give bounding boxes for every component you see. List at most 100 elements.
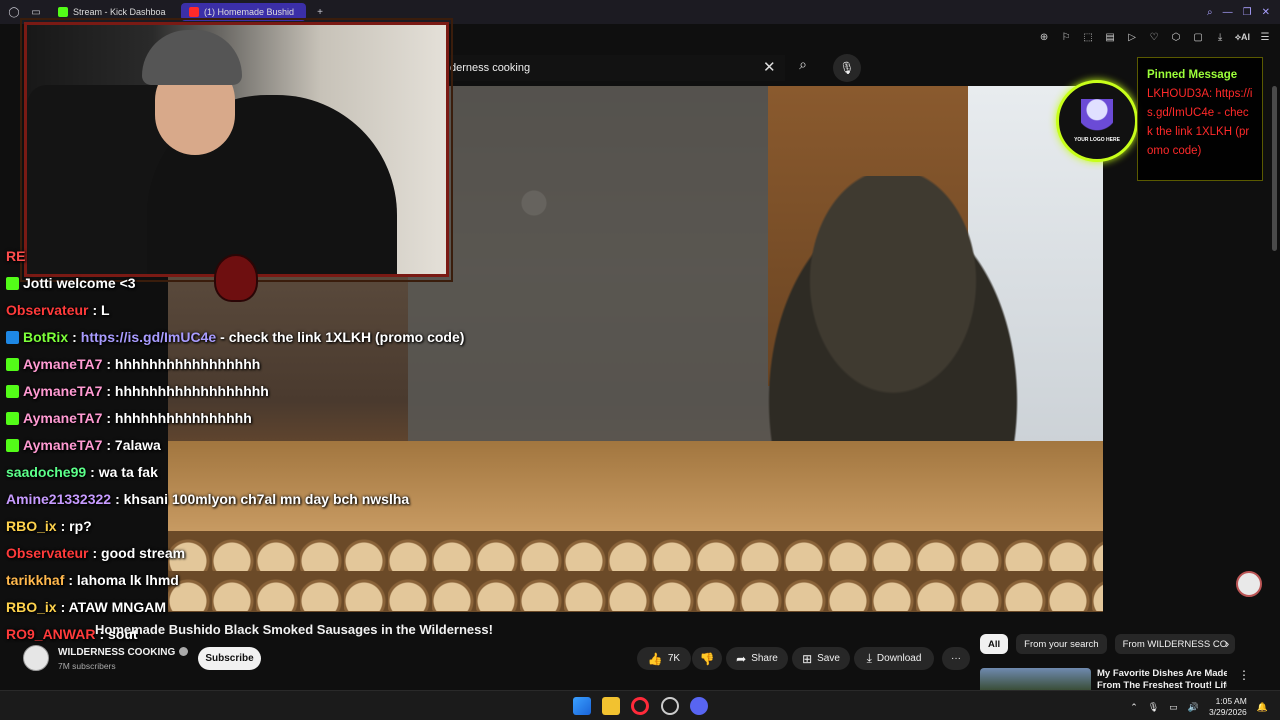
page-scrollbar[interactable] <box>1272 86 1277 251</box>
minimize-icon[interactable]: — <box>1223 7 1233 18</box>
more-actions-button[interactable]: ··· <box>942 647 970 670</box>
share-icon: ➦ <box>736 651 747 666</box>
network-icon[interactable]: ▭ <box>1169 702 1178 713</box>
chat-username[interactable]: Amine21332322 <box>6 491 111 507</box>
windows-taskbar: ⌃ 🎙 ▭ 🔊 1:05 AM 3/29/2026 🔔 <box>0 690 1280 720</box>
discord-icon[interactable] <box>690 697 708 715</box>
browser-tab-bar: ◯ ▭ Stream - Kick Dashboa (1) Homemade B… <box>0 0 1280 24</box>
chat-username[interactable]: RBO_ix <box>6 518 57 534</box>
new-tab-button[interactable]: + <box>312 4 328 20</box>
chat-username[interactable]: BotRix <box>23 329 68 345</box>
ai-button[interactable]: ⟡AI <box>1235 32 1250 43</box>
snapshot-icon[interactable]: ⬚ <box>1081 32 1095 43</box>
clear-search-icon[interactable]: ✕ <box>763 58 776 76</box>
tab-kick-dashboard[interactable]: Stream - Kick Dashboa <box>50 3 175 21</box>
browser-menu-icon[interactable]: ◯ <box>6 4 22 20</box>
opera-gx-icon[interactable] <box>631 697 649 715</box>
chat-username[interactable]: Observateur <box>6 545 88 561</box>
thumbs-down-icon: 👎 <box>699 651 715 666</box>
dislike-button[interactable]: 👎 <box>692 647 722 670</box>
chat-badge-icon <box>6 438 19 452</box>
chat-username[interactable]: AymaneTA7 <box>23 356 102 372</box>
video-log-pile <box>168 531 1103 612</box>
heart-icon[interactable]: ♡ <box>1147 32 1161 43</box>
tab-youtube-video[interactable]: (1) Homemade Bushid <box>181 3 306 21</box>
chevron-right-icon[interactable]: › <box>1225 636 1229 651</box>
chat-line: AymaneTA7: 7alawa <box>6 437 161 453</box>
search-input[interactable]: derness cooking ✕ <box>450 55 785 81</box>
channel-name-text: WILDERNESS COOKING <box>58 647 176 658</box>
more-vertical-icon[interactable]: ⋮ <box>1238 668 1250 682</box>
notifications-icon[interactable]: 🔔 <box>1257 702 1268 713</box>
extensions-icon[interactable]: ⬡ <box>1169 32 1183 43</box>
chat-username[interactable]: AymaneTA7 <box>23 410 102 426</box>
volume-icon[interactable]: 🔊 <box>1188 702 1199 713</box>
file-explorer-icon[interactable] <box>602 697 620 715</box>
save-icon: ⊞ <box>802 651 813 666</box>
download-icon[interactable]: ⤓ <box>1213 32 1227 43</box>
thumbs-up-icon: 👍 <box>647 651 663 666</box>
bookmark-icon[interactable]: ⚐ <box>1059 32 1073 43</box>
chip-from-search[interactable]: From your search <box>1016 634 1107 654</box>
menu-icon[interactable]: ☰ <box>1258 32 1272 43</box>
reader-icon[interactable]: ▤ <box>1103 32 1117 43</box>
download-button[interactable]: ⤓ Download <box>854 647 934 670</box>
chat-line: RBO_ix: rp? <box>6 518 92 534</box>
ai-label: AI <box>1241 31 1250 42</box>
video-title: Homemade Bushido Black Smoked Sausages i… <box>95 622 493 637</box>
start-icon[interactable] <box>573 697 591 715</box>
chat-username[interactable]: Observateur <box>6 302 88 318</box>
recommendation-thumbnail[interactable] <box>980 668 1091 690</box>
zoom-icon[interactable]: ⊕ <box>1037 32 1051 43</box>
chat-username[interactable]: AymaneTA7 <box>23 437 102 453</box>
logo-badge: YOUR LOGO HERE <box>1056 80 1138 162</box>
share-button[interactable]: ➦ Share <box>726 647 788 670</box>
microphone-icon[interactable]: 🎙 <box>833 54 861 82</box>
maximize-icon[interactable]: ❐ <box>1243 7 1252 18</box>
channel-avatar[interactable] <box>23 645 49 671</box>
logo-text: YOUR LOGO HERE <box>1074 137 1120 143</box>
share-label: Share <box>751 653 778 664</box>
chat-username[interactable]: RBO_ix <box>6 599 57 615</box>
chat-line: AymaneTA7: hhhhhhhhhhhhhhhhh <box>6 356 260 372</box>
chat-username[interactable]: AymaneTA7 <box>23 383 102 399</box>
chat-username[interactable]: RE <box>6 248 25 264</box>
clock[interactable]: 1:05 AM 3/29/2026 <box>1209 696 1247 718</box>
wallet-icon[interactable]: ▢ <box>1191 32 1205 43</box>
close-window-icon[interactable]: ✕ <box>1262 7 1270 18</box>
obs-icon[interactable] <box>661 697 679 715</box>
download-arrow-icon: ⤓ <box>866 651 872 665</box>
chat-link[interactable]: https://is.gd/ImUC4e <box>81 329 216 345</box>
chip-from-channel[interactable]: From WILDERNESS CO <box>1114 634 1236 654</box>
chat-line: RE <box>6 248 29 264</box>
chat-line: RBO_ix: ATAW MNGAM <box>6 599 166 615</box>
channel-name[interactable]: WILDERNESS COOKING <box>58 647 189 658</box>
chip-all[interactable]: All <box>980 634 1009 654</box>
subscribe-button[interactable]: Subscribe <box>198 647 261 670</box>
screen: ◯ ▭ Stream - Kick Dashboa (1) Homemade B… <box>0 0 1280 720</box>
play-icon[interactable]: ▷ <box>1125 32 1139 43</box>
chat-username[interactable]: RO9_ANWAR <box>6 626 95 642</box>
workspaces-icon[interactable]: ▭ <box>28 4 44 20</box>
microphone-tray-icon[interactable]: 🎙 <box>1148 702 1159 713</box>
chat-username[interactable]: tarikkhaf <box>6 572 64 588</box>
chat-message: : hhhhhhhhhhhhhhhhh <box>106 356 261 372</box>
save-button[interactable]: ⊞ Save <box>792 647 850 670</box>
recommendation-title[interactable]: My Favorite Dishes Are Made From The Fre… <box>1097 668 1227 692</box>
chat-username[interactable]: Jotti <box>23 275 53 291</box>
chat-line: AymaneTA7: hhhhhhhhhhhhhhhh <box>6 410 252 426</box>
chevron-up-icon[interactable]: ⌃ <box>1130 702 1138 713</box>
search-tabs-icon[interactable]: ⌕ <box>1207 7 1213 18</box>
chat-username[interactable]: saadoche99 <box>6 464 86 480</box>
like-button[interactable]: 👍 7K <box>637 647 691 670</box>
verified-icon <box>179 647 189 656</box>
chat-message: : good stream <box>92 545 186 561</box>
chat-line: Amine21332322: khsani 100mlyon ch7al mn … <box>6 491 409 507</box>
channel-watermark-icon[interactable] <box>1236 571 1262 597</box>
chat-message-tail: - check the link 1XLKH (promo code) <box>220 329 465 345</box>
like-count: 7K <box>667 653 681 664</box>
system-tray: ⌃ 🎙 ▭ 🔊 1:05 AM 3/29/2026 🔔 <box>1130 696 1268 718</box>
search-icon[interactable]: ⌕ <box>790 56 816 80</box>
chat-message: welcome <3 <box>56 275 136 291</box>
chat-line: tarikkhaf: lahoma lk lhmd <box>6 572 179 588</box>
